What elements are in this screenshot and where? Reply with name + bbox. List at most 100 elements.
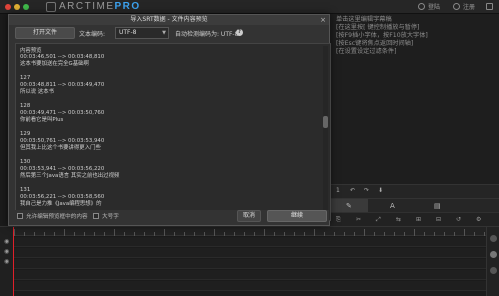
menu-icon[interactable]: [486, 3, 493, 10]
eye-icon[interactable]: ◉: [4, 248, 9, 255]
ruler-tick: [24, 232, 25, 236]
zoom-window-button[interactable]: [23, 4, 29, 10]
entry-index: 128: [20, 103, 31, 109]
ruler-tick: [404, 232, 405, 236]
allow-edit-checkbox[interactable]: [17, 213, 23, 219]
ruler-tick: [394, 232, 395, 236]
tab-font-icon[interactable]: A: [390, 202, 395, 210]
undo-icon[interactable]: ↶: [350, 187, 355, 194]
preview-scrollbar[interactable]: [323, 46, 328, 218]
ruler-tick: [134, 232, 135, 236]
ruler-tick: [64, 229, 65, 236]
zoom-slider-handle[interactable]: [490, 251, 497, 258]
ruler-tick: [264, 229, 265, 236]
entry-time: 00:03:48,811 --> 00:03:49,470: [20, 82, 105, 88]
register-link[interactable]: 注册: [463, 2, 475, 11]
minimize-window-button[interactable]: [14, 4, 20, 10]
ruler-tick: [334, 232, 335, 236]
dialog-toolbar: 打开文件 文本编码: UTF-8 ▼ 自动检测编码为: UTF-8 ?: [9, 27, 329, 41]
copy-icon[interactable]: ⎘: [336, 216, 341, 224]
close-window-button[interactable]: [5, 4, 11, 10]
large-font-checkbox[interactable]: [93, 213, 99, 219]
entry-text: 这本书要加送在完全G基础啊: [20, 61, 89, 67]
timeline[interactable]: ◉ ◉ ◉: [0, 226, 499, 296]
ruler-tick: [364, 229, 365, 236]
user-icon[interactable]: [418, 3, 425, 10]
eye-icon[interactable]: ◉: [4, 238, 9, 245]
logo-icon: [46, 2, 56, 12]
zoom-out-button[interactable]: [490, 267, 497, 274]
playhead[interactable]: [13, 227, 14, 296]
tab-edit-icon[interactable]: ✎: [346, 202, 352, 210]
entry-text: 但其我上比这个书要讲得更入门些: [20, 145, 101, 151]
entry-index: 127: [20, 75, 31, 81]
ruler-tick: [194, 232, 195, 236]
help-icon[interactable]: ?: [236, 29, 243, 36]
grid-add-icon[interactable]: ⊞: [416, 216, 421, 223]
grid-remove-icon[interactable]: ⊟: [436, 216, 441, 223]
track-headers: ◉ ◉ ◉: [0, 227, 14, 296]
ruler-tick: [274, 232, 275, 236]
timeline-track[interactable]: [14, 281, 486, 291]
redo-icon[interactable]: ↷: [364, 187, 369, 194]
ruler-tick: [304, 232, 305, 236]
entry-text: 然后第三个Java语言 其实之前也出过视频: [20, 173, 120, 179]
entry-index: 129: [20, 131, 31, 137]
ruler-tick: [414, 229, 415, 236]
tab-layout-icon[interactable]: ▤: [434, 202, 441, 210]
ruler-tick: [154, 232, 155, 236]
timeline-track[interactable]: [14, 259, 486, 269]
ruler-tick: [114, 229, 115, 236]
zoom-in-button[interactable]: [490, 235, 497, 242]
timeline-track[interactable]: [14, 237, 486, 247]
timeline-ruler[interactable]: [14, 227, 486, 236]
entry-index: 131: [20, 187, 31, 193]
close-icon[interactable]: ×: [320, 15, 326, 25]
cancel-button[interactable]: 取消: [237, 210, 261, 222]
ruler-tick: [374, 232, 375, 236]
eye-icon[interactable]: ◉: [4, 258, 9, 265]
preview-label: 内容预览: [20, 48, 42, 54]
ruler-tick: [74, 232, 75, 236]
register-icon[interactable]: [453, 3, 460, 10]
entry-index: 130: [20, 159, 31, 165]
timeline-track[interactable]: [14, 248, 486, 258]
reset-icon[interactable]: ↺: [456, 216, 461, 223]
ruler-tick: [294, 232, 295, 236]
entry-time: 00:03:49,471 --> 00:03:50,760: [20, 110, 105, 116]
entry-time: 00:03:46,501 --> 00:03:48,810: [20, 54, 105, 60]
entry-time: 00:03:50,761 --> 00:03:53,940: [20, 138, 105, 144]
login-link[interactable]: 登陆: [428, 2, 440, 11]
open-file-button[interactable]: 打开文件: [15, 27, 75, 39]
ruler-tick: [54, 232, 55, 236]
timeline-track[interactable]: [14, 270, 486, 280]
download-icon[interactable]: ⬇: [378, 187, 383, 194]
cut-icon[interactable]: ✂: [356, 216, 361, 223]
swap-icon[interactable]: ⇆: [396, 216, 401, 223]
encoding-select[interactable]: UTF-8 ▼: [115, 27, 169, 39]
ruler-tick: [144, 232, 145, 236]
subtitle-tools: ⎘ ✂ ⤢ ⇆ ⊞ ⊟ ↺ ⚙: [330, 212, 499, 226]
expand-icon[interactable]: ⤢: [376, 216, 381, 224]
ruler-tick: [484, 232, 485, 236]
entry-text: 你前看它是叫Plus: [20, 117, 64, 123]
ruler-tick: [174, 232, 175, 236]
app-title-bar: ARCTIMEPRO 登陆 注册: [0, 0, 499, 14]
entry-text: 我自己是力推《Java编程思想》的: [20, 201, 102, 207]
ruler-tick: [184, 232, 185, 236]
ruler-tick: [164, 229, 165, 236]
scrollbar-thumb[interactable]: [323, 116, 328, 128]
ruler-tick: [84, 232, 85, 236]
ruler-tick: [424, 232, 425, 236]
list-item: 128 00:03:49,471 --> 00:03:50,760 你前看它是叫…: [20, 103, 320, 124]
settings-icon[interactable]: ⚙: [476, 216, 481, 223]
ruler-tick: [474, 232, 475, 236]
subtitle-script-editor[interactable]: 单击这里编辑字幕稿 [在这里按[ 键控制播放与暂停] [按F9插小字体，按F10…: [334, 14, 499, 184]
editor-hint-line: 单击这里编辑字幕稿: [336, 16, 392, 23]
editor-toolbar: 1 ↶ ↷ ⬇: [330, 184, 499, 198]
continue-button[interactable]: 继续: [267, 210, 327, 222]
content-preview[interactable]: 内容预览 00:03:46,501 --> 00:03:48,810 这本书要加…: [15, 43, 331, 221]
left-edge-panel: [0, 14, 8, 226]
ruler-tick: [464, 229, 465, 236]
encoding-value: UTF-8: [119, 29, 137, 36]
